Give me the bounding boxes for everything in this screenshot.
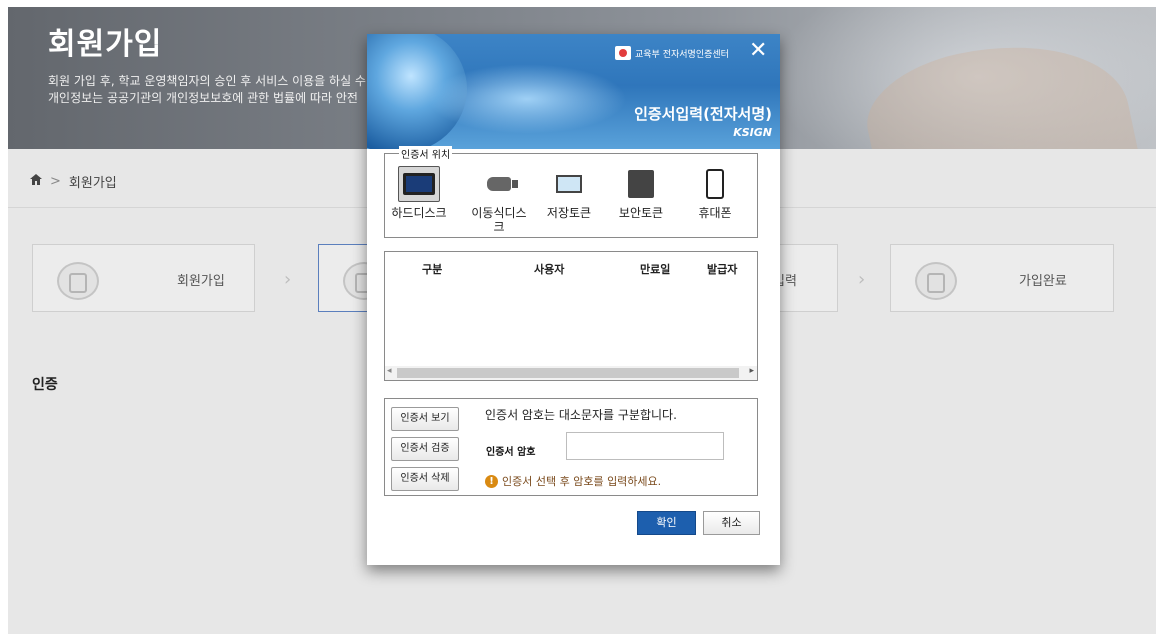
device-hard-disk[interactable]: 하드디스크 (389, 166, 449, 220)
password-label: 인증서 암호 (486, 447, 536, 458)
step-complete: 가입완료 (890, 244, 1114, 312)
location-legend: 인증서 위치 (399, 146, 453, 161)
step-label: 회원가입 (177, 274, 225, 289)
page-title: 회원가입 (48, 27, 163, 62)
hero-description: 회원 가입 후, 학교 운영책임자의 승인 후 서비스 이용을 하실 수 개인정… (48, 73, 366, 107)
scroll-left-icon[interactable]: ◂ (387, 366, 392, 376)
breadcrumb-current[interactable]: 회원가입 (69, 172, 117, 191)
verify-certificate-button[interactable]: 인증서 검증 (391, 437, 459, 461)
breadcrumb: > 회원가입 (30, 172, 117, 191)
step-signup: 회원가입 (32, 244, 255, 312)
scroll-right-icon[interactable]: ▸ (749, 366, 754, 376)
device-label: 하드디스크 (391, 206, 447, 220)
column-header-type[interactable]: 구분 (422, 261, 442, 277)
ministry-logo-icon (615, 46, 631, 60)
device-phone[interactable]: 휴대폰 (685, 166, 745, 220)
horizontal-scrollbar[interactable]: ◂ ▸ (385, 366, 757, 380)
brand-label: 교육부 전자서명인증센터 (635, 49, 729, 60)
device-label: 저장토큰 (546, 206, 592, 220)
hero-desc-line1: 회원 가입 후, 학교 운영책임자의 승인 후 서비스 이용을 하실 수 (48, 74, 366, 88)
phone-icon (694, 166, 736, 202)
device-security-token[interactable]: 보안토큰 (611, 166, 671, 220)
section-title: 인증 (32, 377, 58, 393)
delete-certificate-button[interactable]: 인증서 삭제 (391, 467, 459, 491)
clipboard-icon (57, 262, 99, 300)
password-input[interactable] (566, 432, 724, 460)
device-storage-token[interactable]: 저장토큰 (539, 166, 599, 220)
close-icon[interactable]: ✕ (749, 40, 767, 62)
device-label: 휴대폰 (698, 206, 732, 220)
dialog-header: 교육부 전자서명인증센터 ✕ 인증서입력(전자서명) KSIGN (367, 34, 780, 149)
usb-icon (478, 166, 520, 202)
view-certificate-button[interactable]: 인증서 보기 (391, 407, 459, 431)
column-header-expiry[interactable]: 만료일 (640, 261, 670, 277)
hero-desc-line2: 개인정보는 공공기관의 개인정보보호에 관한 법률에 따라 안전 (48, 91, 358, 105)
brand: 교육부 전자서명인증센터 (615, 46, 729, 60)
chevron-right-icon: › (858, 269, 866, 290)
dialog-title: 인증서입력(전자서명) (634, 105, 772, 123)
token-icon (548, 166, 590, 202)
secure-token-icon (620, 166, 662, 202)
header-glow (427, 64, 627, 134)
device-removable-disk[interactable]: 이동식디스크 (469, 166, 529, 234)
scroll-thumb[interactable] (397, 368, 739, 378)
hard-disk-icon (398, 166, 440, 202)
case-sensitive-note: 인증서 암호는 대소문자를 구분합니다. (485, 408, 677, 422)
certificate-dialog: 교육부 전자서명인증센터 ✕ 인증서입력(전자서명) KSIGN 인증서 위치 … (367, 34, 780, 565)
column-header-user[interactable]: 사용자 (534, 261, 564, 277)
device-label: 이동식디스크 (471, 206, 527, 234)
warning-message: ! 인증서 선택 후 암호를 입력하세요. (485, 473, 661, 489)
certificate-location: 인증서 위치 하드디스크 이동식디스크 저장토큰 보안토큰 휴대폰 (384, 146, 758, 238)
column-header-issuer[interactable]: 발급자 (707, 261, 737, 277)
ksign-logo: KSIGN (733, 126, 772, 139)
home-icon[interactable] (30, 174, 42, 189)
chevron-right-icon: > (50, 174, 61, 189)
cancel-button[interactable]: 취소 (703, 511, 760, 535)
warning-text: 인증서 선택 후 암호를 입력하세요. (502, 475, 662, 488)
exclamation-icon: ! (485, 474, 498, 488)
certificate-table[interactable]: 구분 사용자 만료일 발급자 ◂ ▸ (384, 251, 758, 381)
password-panel: 인증서 보기 인증서 검증 인증서 삭제 인증서 암호는 대소문자를 구분합니다… (384, 398, 758, 496)
device-label: 보안토큰 (618, 206, 664, 220)
step-label: 가입완료 (1019, 274, 1067, 289)
chevron-right-icon: › (284, 269, 292, 290)
ok-button[interactable]: 확인 (637, 511, 696, 535)
check-document-icon (915, 262, 957, 300)
